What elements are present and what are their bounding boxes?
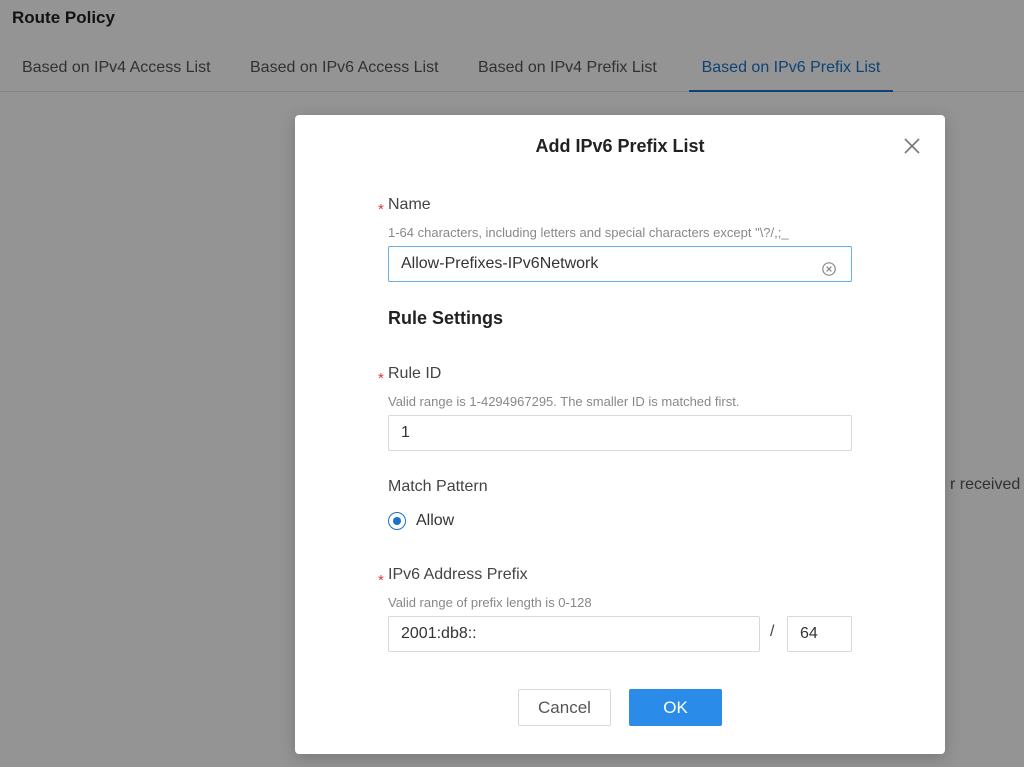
name-input[interactable]: Allow-Prefixes-IPv6Network <box>388 246 852 282</box>
required-marker: * <box>378 201 384 218</box>
name-hint: 1-64 characters, including letters and s… <box>388 225 789 240</box>
required-marker: * <box>378 370 384 387</box>
name-label: Name <box>388 196 431 213</box>
rule-id-value: 1 <box>401 424 410 441</box>
rule-id-input[interactable]: 1 <box>388 415 852 451</box>
ipv6-address-value: 2001:db8:: <box>401 625 477 642</box>
ipv6-prefix-hint: Valid range of prefix length is 0-128 <box>388 595 592 610</box>
name-input-value: Allow-Prefixes-IPv6Network <box>401 255 599 272</box>
ok-button[interactable]: OK <box>629 689 722 726</box>
cancel-button[interactable]: Cancel <box>518 689 611 726</box>
rule-id-label: Rule ID <box>388 365 442 382</box>
ipv6-prefix-label: IPv6 Address Prefix <box>388 566 528 583</box>
close-icon[interactable] <box>901 135 923 157</box>
required-marker: * <box>378 572 384 589</box>
radio-selected-icon[interactable] <box>388 512 406 530</box>
rule-settings-title: Rule Settings <box>388 308 504 328</box>
allow-radio-label: Allow <box>416 512 455 529</box>
clear-icon[interactable] <box>821 256 837 276</box>
rule-id-hint: Valid range is 1-4294967295. The smaller… <box>388 394 740 409</box>
match-pattern-label: Match Pattern <box>388 478 488 495</box>
dialog-title: Add IPv6 Prefix List <box>535 136 705 156</box>
ipv6-address-input[interactable]: 2001:db8:: <box>388 616 760 652</box>
prefix-separator: / <box>770 623 775 640</box>
prefix-length-input[interactable]: 64 <box>787 616 852 652</box>
allow-radio-option[interactable]: Allow <box>388 509 454 533</box>
add-ipv6-prefix-list-dialog: Add IPv6 Prefix List * Name 1-64 charact… <box>295 115 945 754</box>
prefix-length-value: 64 <box>800 625 818 642</box>
